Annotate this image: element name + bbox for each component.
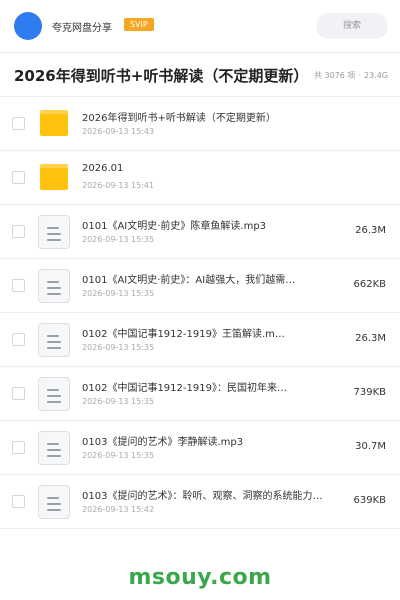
file-date: 2026-09-13 15:35 bbox=[82, 289, 155, 298]
document-icon bbox=[38, 485, 70, 519]
file-size: 30.7M bbox=[355, 441, 386, 452]
select-checkbox[interactable] bbox=[12, 441, 25, 454]
list-item[interactable]: 0101《AI文明史·前史》：AI越强大，我们越需… 2026-09-13 15… bbox=[0, 258, 400, 312]
file-date: 2026-09-13 15:35 bbox=[82, 451, 155, 460]
select-checkbox[interactable] bbox=[12, 225, 25, 238]
file-size: 739KB bbox=[353, 387, 386, 398]
file-size: 639KB bbox=[353, 495, 386, 506]
list-divider bbox=[0, 528, 400, 529]
select-checkbox[interactable] bbox=[12, 279, 25, 292]
list-item[interactable]: 0103《提问的艺术》李静解读.mp3 2026-09-13 15:35 30.… bbox=[0, 420, 400, 474]
title-row: 2026年得到听书+听书解读（不定期更新） 共 3076 项 · 23.4G bbox=[0, 53, 400, 97]
list-item[interactable]: 0102《中国记事1912-1919》：民国初年来… 2026-09-13 15… bbox=[0, 366, 400, 420]
page-title: 2026年得到听书+听书解读（不定期更新） bbox=[14, 67, 309, 85]
folder-icon bbox=[40, 164, 68, 190]
avatar[interactable] bbox=[14, 12, 42, 40]
site-name: 夸克网盘分享 bbox=[52, 23, 112, 34]
document-icon bbox=[38, 323, 70, 357]
list-item[interactable]: 0101《AI文明史·前史》陈章鱼解读.mp3 2026-09-13 15:35… bbox=[0, 204, 400, 258]
file-date: 2026-09-13 15:35 bbox=[82, 235, 155, 244]
file-name: 0101《AI文明史·前史》陈章鱼解读.mp3 bbox=[82, 221, 267, 232]
list-item[interactable]: 0103《提问的艺术》：聆听、观察、洞察的系统能力… 2026-09-13 15… bbox=[0, 474, 400, 528]
file-name: 0103《提问的艺术》李静解读.mp3 bbox=[82, 437, 244, 448]
document-icon bbox=[38, 377, 70, 411]
top-bar: 夸克网盘分享 SVIP 搜索 bbox=[0, 0, 400, 52]
file-date: 2026-09-13 15:43 bbox=[82, 127, 155, 136]
svip-badge: SVIP bbox=[124, 18, 154, 31]
select-checkbox[interactable] bbox=[12, 171, 25, 184]
file-list: 2026年得到听书+听书解读（不定期更新） 2026-09-13 15:43 2… bbox=[0, 96, 400, 529]
select-checkbox[interactable] bbox=[12, 387, 25, 400]
file-name: 2026.01 bbox=[82, 163, 124, 174]
file-name: 0102《中国记事1912-1919》：民国初年来… bbox=[82, 383, 287, 394]
list-item[interactable]: 0102《中国记事1912-1919》王笛解读.m… 2026-09-13 15… bbox=[0, 312, 400, 366]
search-button[interactable]: 搜索 bbox=[316, 13, 388, 39]
total-size: 23.4G bbox=[363, 71, 388, 80]
select-checkbox[interactable] bbox=[12, 333, 25, 346]
list-item[interactable]: 2026年得到听书+听书解读（不定期更新） 2026-09-13 15:43 bbox=[0, 96, 400, 150]
document-icon bbox=[38, 431, 70, 465]
file-date: 2026-09-13 15:41 bbox=[82, 181, 155, 190]
document-icon bbox=[38, 269, 70, 303]
file-name: 0102《中国记事1912-1919》王笛解读.m… bbox=[82, 329, 285, 340]
file-date: 2026-09-13 15:35 bbox=[82, 397, 155, 406]
folder-icon bbox=[40, 110, 68, 136]
file-size: 26.3M bbox=[355, 225, 386, 236]
select-checkbox[interactable] bbox=[12, 495, 25, 508]
share-summary: 共 3076 项 · 23.4G bbox=[311, 70, 388, 81]
file-name: 0101《AI文明史·前史》：AI越强大，我们越需… bbox=[82, 275, 296, 286]
watermark: msouy.com bbox=[128, 565, 272, 590]
file-name: 2026年得到听书+听书解读（不定期更新） bbox=[82, 113, 276, 124]
select-checkbox[interactable] bbox=[12, 117, 25, 130]
file-size: 662KB bbox=[353, 279, 386, 290]
file-size: 26.3M bbox=[355, 333, 386, 344]
file-date: 2026-09-13 15:35 bbox=[82, 343, 155, 352]
list-item[interactable]: 2026.01 2026-09-13 15:41 bbox=[0, 150, 400, 204]
file-name: 0103《提问的艺术》：聆听、观察、洞察的系统能力… bbox=[82, 491, 323, 502]
document-icon bbox=[38, 215, 70, 249]
summary-separator: · bbox=[358, 71, 361, 80]
file-date: 2026-09-13 15:42 bbox=[82, 505, 155, 514]
item-count: 共 3076 项 bbox=[313, 71, 356, 80]
